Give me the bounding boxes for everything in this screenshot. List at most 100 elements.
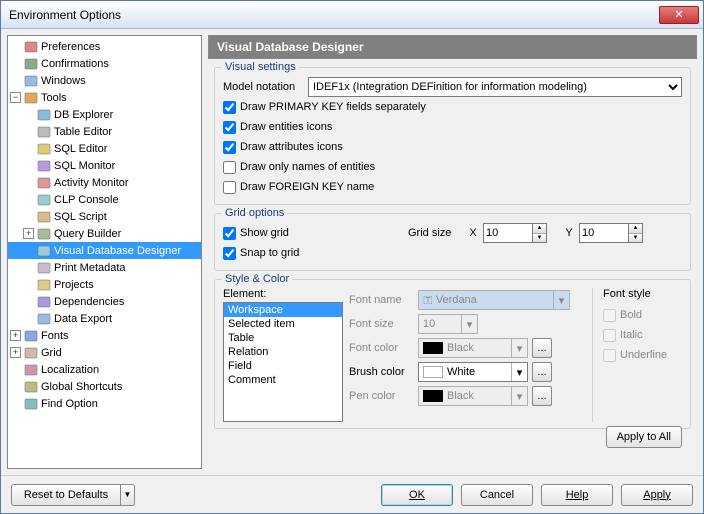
grid-size-label: Grid size [408,227,463,239]
font-color-label: Font color [349,342,414,354]
reset-defaults-split-button[interactable]: Reset to Defaults ▼ [11,484,135,506]
tree-item-db-explorer[interactable]: DB Explorer [8,106,201,123]
tree-item-confirmations[interactable]: Confirmations [8,55,201,72]
model-notation-select[interactable]: IDEF1x (Integration DEFinition for infor… [308,77,682,97]
tree-item-find-option[interactable]: Find Option [8,395,201,412]
brush-color-select[interactable]: White▾ [418,362,528,382]
section-header: Visual Database Designer [208,35,697,59]
chk-only-names[interactable] [223,161,236,174]
element-item-selected-item[interactable]: Selected item [224,317,342,331]
tree-item-label: Query Builder [54,228,121,240]
tree-item-projects[interactable]: Projects [8,276,201,293]
font-color-select[interactable]: Black▾ [418,338,528,358]
tree-item-tools[interactable]: − Tools [8,89,201,106]
group-title: Grid options [222,207,287,219]
tree-item-preferences[interactable]: Preferences [8,38,201,55]
close-button[interactable]: ✕ [659,6,699,24]
tree-toggle[interactable]: + [23,228,34,239]
font-name-select[interactable]: 🇹 Verdana▾ [418,290,570,310]
brush-color-more[interactable]: … [532,362,552,382]
tree-item-label: Dependencies [54,296,124,308]
chk-primary-key[interactable] [223,101,236,114]
tree-item-label: SQL Editor [54,143,107,155]
grid-options-group: Grid options Show grid Grid size X ▲▼ Y … [214,213,691,271]
reset-defaults-dropdown[interactable]: ▼ [121,484,135,506]
tree-item-icon [36,277,52,293]
options-tree[interactable]: Preferences Confirmations Windows − Tools DB … [7,35,202,469]
element-item-field[interactable]: Field [224,359,342,373]
help-button[interactable]: Help [541,484,613,506]
grid-y-spinner[interactable]: ▲▼ [629,223,643,243]
chk-show-grid[interactable] [223,227,236,240]
chk-snap-grid[interactable] [223,247,236,260]
titlebar[interactable]: Environment Options ✕ [1,1,703,29]
tree-item-label: Windows [41,75,86,87]
tree-item-sql-monitor[interactable]: SQL Monitor [8,157,201,174]
grid-y-input[interactable] [579,223,629,243]
tree-item-icon [36,158,52,174]
chk-foreign-key[interactable] [223,181,236,194]
element-item-table[interactable]: Table [224,331,342,345]
tree-item-sql-editor[interactable]: SQL Editor [8,140,201,157]
pen-color-select[interactable]: Black▾ [418,386,528,406]
tree-item-activity-monitor[interactable]: Activity Monitor [8,174,201,191]
apply-to-all-button[interactable]: Apply to All [606,426,682,448]
chk-only-names-label: Draw only names of entities [240,161,375,173]
tree-item-query-builder[interactable]: + Query Builder [8,225,201,242]
tree-item-label: Fonts [41,330,69,342]
chk-bold-label: Bold [620,309,642,321]
tree-item-label: Table Editor [54,126,112,138]
tree-item-print-metadata[interactable]: Print Metadata [8,259,201,276]
tree-item-sql-script[interactable]: SQL Script [8,208,201,225]
tree-item-windows[interactable]: Windows [8,72,201,89]
tree-item-icon [23,379,39,395]
element-list[interactable]: WorkspaceSelected itemTableRelationField… [223,302,343,422]
chk-bold[interactable] [603,309,616,322]
tree-item-dependencies[interactable]: Dependencies [8,293,201,310]
tree-item-icon [36,294,52,310]
tree-item-label: Grid [41,347,62,359]
ok-button[interactable]: OK [381,484,453,506]
tree-toggle[interactable]: + [10,347,21,358]
tree-toggle[interactable]: + [10,330,21,341]
tree-item-label: CLP Console [54,194,119,206]
grid-x-input[interactable] [483,223,533,243]
tree-item-label: Visual Database Designer [54,245,181,257]
reset-defaults-button[interactable]: Reset to Defaults [11,484,121,506]
tree-item-visual-database-designer[interactable]: Visual Database Designer [8,242,201,259]
font-size-label: Font size [349,318,414,330]
chk-underline[interactable] [603,349,616,362]
tree-item-label: SQL Script [54,211,107,223]
pen-color-more[interactable]: … [532,386,552,406]
chk-attributes-icons[interactable] [223,141,236,154]
tree-item-label: Preferences [41,41,100,53]
main-panel: Visual Database Designer Visual settings… [208,35,697,469]
tree-item-localization[interactable]: Localization [8,361,201,378]
tree-item-label: Tools [41,92,67,104]
element-item-comment[interactable]: Comment [224,373,342,387]
chk-entities-icons[interactable] [223,121,236,134]
tree-item-grid[interactable]: + Grid [8,344,201,361]
chk-underline-label: Underline [620,349,667,361]
chk-italic[interactable] [603,329,616,342]
cancel-button[interactable]: Cancel [461,484,533,506]
tree-toggle[interactable]: − [10,92,21,103]
tree-item-label: DB Explorer [54,109,113,121]
tree-item-table-editor[interactable]: Table Editor [8,123,201,140]
pen-color-label: Pen color [349,390,414,402]
apply-button[interactable]: Apply [621,484,693,506]
font-size-select[interactable]: 10▾ [418,314,478,334]
tree-item-label: Data Export [54,313,112,325]
tree-item-icon [23,73,39,89]
tree-item-fonts[interactable]: + Fonts [8,327,201,344]
element-item-workspace[interactable]: Workspace [224,303,342,317]
element-item-relation[interactable]: Relation [224,345,342,359]
tree-item-clp-console[interactable]: CLP Console [8,191,201,208]
font-color-more[interactable]: … [532,338,552,358]
tree-item-icon [36,226,52,242]
tree-item-data-export[interactable]: Data Export [8,310,201,327]
tree-item-global-shortcuts[interactable]: Global Shortcuts [8,378,201,395]
tree-item-icon [23,90,39,106]
grid-x-spinner[interactable]: ▲▼ [533,223,547,243]
model-notation-label: Model notation [223,81,308,93]
